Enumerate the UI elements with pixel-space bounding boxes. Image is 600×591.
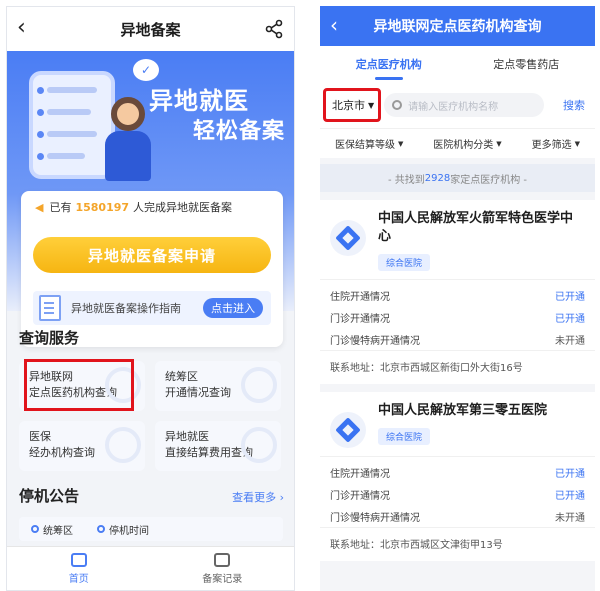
query-item-agency[interactable]: 医保 经办机构查询 bbox=[19, 421, 145, 471]
filter-bar: 医保结算等级 ▼ 医院机构分类 ▼ 更多筛选 ▼ bbox=[320, 128, 595, 158]
completion-count: 1580197 bbox=[75, 200, 130, 214]
filter-institution-type[interactable]: 医院机构分类 ▼ bbox=[433, 136, 501, 152]
institution-name: 中国人民解放军第三零五医院 bbox=[378, 403, 548, 418]
institution-type-badge: 综合医院 bbox=[378, 254, 431, 271]
institution-address: 联系地址：北京市西城区新街口外大街16号 bbox=[320, 350, 595, 384]
back-icon[interactable]: ‹ bbox=[330, 14, 338, 36]
institution-card[interactable]: 中国人民解放军火箭军特色医学中心 综合医院 住院开通情况 已开通 门诊开通情况 已开… bbox=[320, 200, 595, 384]
status-row: 门诊开通情况 已开通 bbox=[330, 490, 585, 502]
status-row: 门诊开通情况 已开通 bbox=[330, 313, 585, 325]
guide-banner[interactable]: 异地就医备案操作指南 点击进入 bbox=[33, 291, 271, 325]
layers-icon bbox=[105, 427, 141, 463]
check-bubble-icon: ✓ bbox=[133, 59, 159, 81]
bottom-tabbar: 首页 备案记录 bbox=[7, 546, 294, 590]
page-title: 异地联网定点医药机构查询 bbox=[373, 19, 542, 35]
search-icon bbox=[392, 100, 403, 110]
query-item-settlement[interactable]: 异地就医 直接结算费用查询 bbox=[155, 421, 281, 471]
hospital-logo-icon bbox=[330, 220, 366, 256]
apply-card: ◀ 已有 1580197 人完成异地就医备案 异地就医备案申请 异地就医备案操作… bbox=[21, 191, 283, 347]
highlight-box bbox=[24, 359, 134, 411]
banner-title-1: 异地就医 bbox=[149, 87, 249, 115]
institution-address: 联系地址：北京市西城区文津街甲13号 bbox=[320, 527, 595, 561]
filter-settlement-level[interactable]: 医保结算等级 ▼ bbox=[335, 136, 403, 152]
home-icon bbox=[70, 552, 87, 567]
phone-illustration bbox=[29, 71, 115, 179]
tab-home[interactable]: 首页 bbox=[7, 547, 151, 590]
status-row: 门诊慢特病开通情况 未开通 bbox=[330, 512, 585, 524]
more-link[interactable]: 查看更多 › bbox=[232, 489, 284, 505]
search-input[interactable]: 请输入医疗机构名称 bbox=[384, 93, 545, 117]
guide-text: 异地就医备案操作指南 bbox=[71, 302, 181, 315]
search-button[interactable]: 搜索 bbox=[563, 97, 585, 113]
tab-records[interactable]: 备案记录 bbox=[151, 547, 295, 590]
query-item-region[interactable]: 统筹区 开通情况查询 bbox=[155, 361, 281, 411]
share-icon[interactable] bbox=[264, 19, 284, 39]
edit-icon bbox=[214, 552, 231, 567]
tab-retail-pharmacy[interactable]: 定点零售药店 bbox=[458, 46, 596, 82]
speaker-icon: ◀ bbox=[35, 200, 44, 214]
banner-title-2: 轻松备案 bbox=[193, 119, 286, 144]
guide-enter-button[interactable]: 点击进入 bbox=[203, 298, 263, 318]
left-screen: ‹ 异地备案 ✓ 异地就医 轻松备案 ◀ 已有 1580197 人完成异地就医备… bbox=[6, 6, 295, 591]
status-row: 住院开通情况 已开通 bbox=[330, 291, 585, 303]
completion-notice: ◀ 已有 1580197 人完成异地就医备案 bbox=[35, 200, 233, 215]
back-icon[interactable]: ‹ bbox=[17, 16, 26, 40]
status-row: 门诊慢特病开通情况 未开通 bbox=[330, 335, 585, 347]
pin-icon bbox=[31, 525, 39, 533]
apply-button[interactable]: 异地就医备案申请 bbox=[33, 237, 271, 273]
announce-title: 停机公告 bbox=[19, 487, 80, 505]
location-icon bbox=[241, 367, 277, 403]
page-title: 异地备案 bbox=[120, 20, 181, 39]
institution-name: 中国人民解放军火箭军特色医学中心 bbox=[378, 211, 574, 244]
top-bar: ‹ 异地联网定点医药机构查询 bbox=[320, 6, 595, 46]
result-count: - 共找到 2928 家定点医疗机构 - bbox=[320, 164, 595, 192]
search-bar: 北京市 ▼ 请输入医疗机构名称 搜索 bbox=[320, 82, 595, 128]
filter-more[interactable]: 更多筛选 ▼ bbox=[532, 136, 580, 152]
right-screen: ‹ 异地联网定点医药机构查询 定点医疗机构 定点零售药店 北京市 ▼ 请输入医疗机… bbox=[320, 6, 595, 591]
top-bar: ‹ 异地备案 bbox=[7, 7, 294, 51]
hospital-logo-icon bbox=[330, 412, 366, 448]
query-section-title: 查询服务 bbox=[19, 329, 80, 347]
status-row: 住院开通情况 已开通 bbox=[330, 468, 585, 480]
clock-icon bbox=[97, 525, 105, 533]
institution-card[interactable]: 中国人民解放军第三零五医院 综合医院 住院开通情况 已开通 门诊开通情况 已开通 门… bbox=[320, 392, 595, 561]
document-icon bbox=[39, 295, 61, 321]
institution-type-badge: 综合医院 bbox=[378, 428, 431, 445]
highlight-box bbox=[323, 88, 381, 122]
tab-medical-institution[interactable]: 定点医疗机构 bbox=[320, 46, 458, 82]
announce-header-row: 统筹区 停机时间 bbox=[19, 517, 283, 541]
wallet-icon bbox=[241, 427, 277, 463]
banner: ✓ 异地就医 轻松备案 ◀ 已有 1580197 人完成异地就医备案 异地就医备… bbox=[7, 51, 294, 347]
person-illustration bbox=[105, 131, 151, 181]
type-tabs: 定点医疗机构 定点零售药店 bbox=[320, 46, 595, 82]
